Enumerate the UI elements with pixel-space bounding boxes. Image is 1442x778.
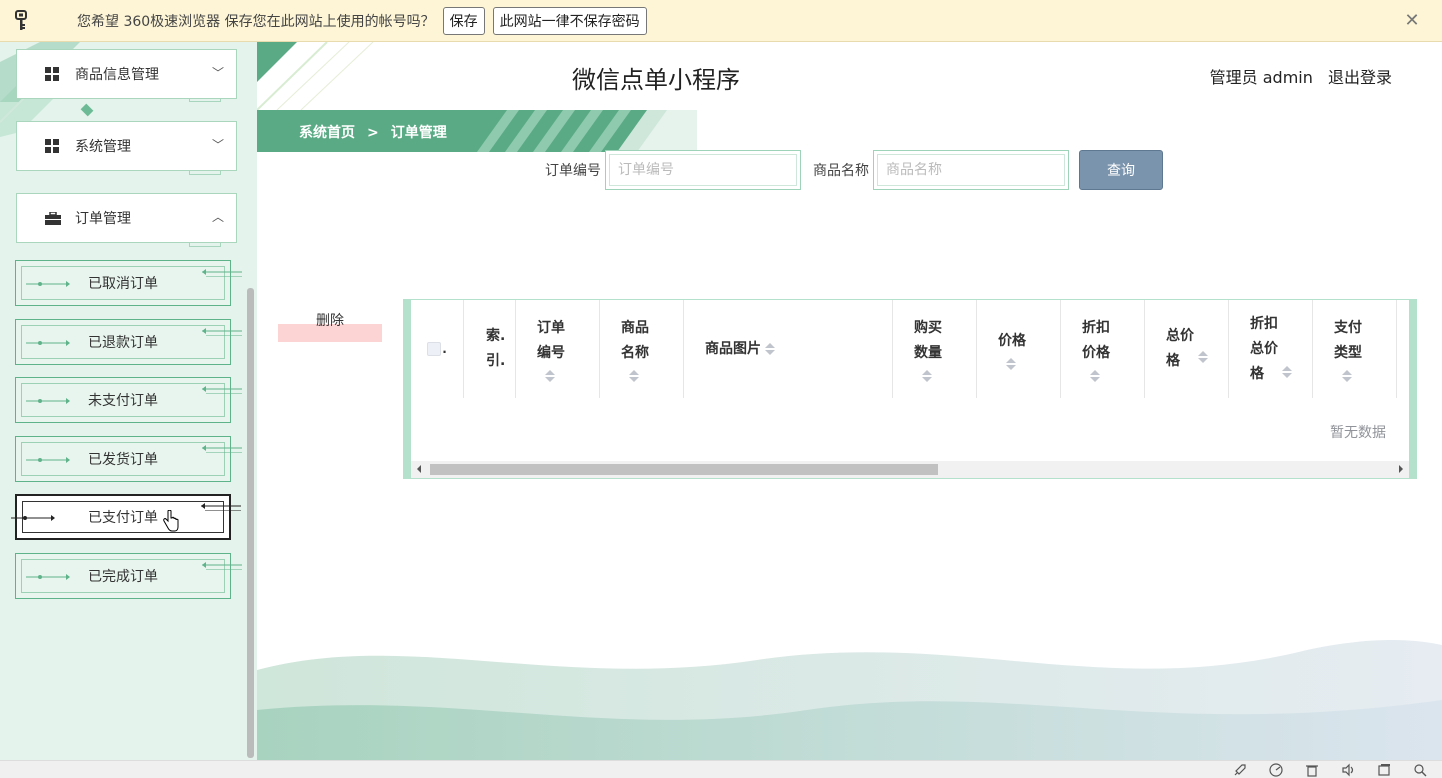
zoom-icon[interactable] [1412, 763, 1428, 777]
header-decoration [257, 42, 374, 111]
column-header-label: 折扣 价格 [1082, 320, 1110, 361]
column-index: 索. 引. [464, 300, 516, 398]
column-discount-total[interactable]: 折扣 总价 格 [1229, 300, 1313, 398]
submenu-label: 已发货订单 [88, 452, 158, 468]
close-icon[interactable]: ✕ [1402, 11, 1422, 31]
column-header-label: 商品图片 [705, 340, 761, 357]
column-quantity[interactable]: 购买 数量 [893, 300, 977, 398]
menu-label: 系统管理 [75, 139, 131, 155]
column-header-label: 支付 类型 [1334, 320, 1362, 361]
password-save-message: 您希望 360极速浏览器 保存您在此网站上使用的帐号吗？ [77, 13, 435, 30]
rocket-icon[interactable] [1232, 763, 1248, 777]
hand-cursor-icon [163, 510, 179, 532]
submenu-label: 已取消订单 [88, 276, 158, 292]
breadcrumb-home-link[interactable]: 系统首页 [299, 125, 355, 141]
save-password-button[interactable]: 保存 [442, 6, 485, 35]
column-product-name[interactable]: 商品 名称 [600, 300, 684, 398]
search-bar: 订单编号 商品名称 查询 [545, 150, 1163, 190]
query-button[interactable]: 查询 [1079, 150, 1163, 190]
submenu-paid-orders[interactable]: 已支付订单 [11, 494, 241, 540]
column-order-no[interactable]: 订单 编号 [516, 300, 600, 398]
submenu-unpaid-orders[interactable]: 未支付订单 [15, 377, 242, 423]
submenu-label: 已完成订单 [88, 569, 158, 585]
column-total-price[interactable]: 总价 格 [1145, 300, 1229, 398]
submenu-completed-orders[interactable]: 已完成订单 [15, 553, 242, 599]
submenu-shipped-orders[interactable]: 已发货订单 [15, 436, 242, 482]
sort-icon[interactable] [629, 370, 639, 382]
chevron-down-icon: ﹀ [211, 66, 224, 80]
sort-icon[interactable] [765, 343, 775, 355]
menu-product-info[interactable]: 商品信息管理 ﹀ [16, 49, 237, 99]
submenu-label: 已退款订单 [88, 335, 158, 351]
sort-icon[interactable] [1006, 357, 1016, 370]
column-header-label: 索. 引. [486, 328, 506, 369]
submenu-label: 未支付订单 [88, 393, 158, 409]
volume-icon[interactable] [1340, 763, 1356, 777]
column-product-image[interactable]: 商品图片 [684, 300, 893, 398]
column-header-label: 购买 数量 [914, 320, 942, 361]
sort-icon[interactable] [1090, 370, 1100, 382]
sidebar: 商品信息管理 ﹀ 系统管理 ﹀ 订单管理 ︿ 已取消订单 已退款订单 未支付订单 [0, 42, 257, 760]
grid-icon [45, 67, 61, 81]
sidebar-scrollbar[interactable] [247, 288, 254, 758]
app-title: 微信点单小程序 [572, 66, 740, 94]
column-header-label: 总价 格 [1166, 328, 1194, 369]
menu-label: 订单管理 [75, 211, 131, 227]
grid-icon [45, 139, 61, 153]
user-info: 管理员 admin 退出登录 [1210, 64, 1392, 88]
column-header-label: 商品 名称 [621, 320, 649, 361]
column-header-label: 订单 编号 [537, 320, 565, 361]
sort-icon[interactable] [1342, 370, 1352, 382]
logout-link[interactable]: 退出登录 [1328, 68, 1392, 87]
column-pay-type[interactable]: 支付 类型 [1313, 300, 1397, 398]
delete-button[interactable]: 删除 [278, 306, 382, 342]
chevron-up-icon: ︿ [211, 210, 224, 224]
window-icon[interactable] [1376, 763, 1392, 777]
chevron-down-icon: ﹀ [211, 138, 224, 152]
column-price[interactable]: 价格 [977, 300, 1061, 398]
sort-icon[interactable] [922, 370, 932, 382]
briefcase-icon [45, 211, 61, 225]
column-header-label: 价格 [998, 332, 1026, 349]
scroll-right-icon[interactable] [1399, 465, 1403, 473]
menu-system[interactable]: 系统管理 ﹀ [16, 121, 237, 171]
breadcrumb-separator: > [367, 125, 379, 141]
sort-icon[interactable] [1282, 366, 1292, 378]
speed-icon[interactable] [1268, 763, 1284, 777]
column-select: . [411, 300, 464, 398]
menu-orders[interactable]: 订单管理 ︿ [16, 193, 237, 243]
column-header-label: 折扣 总价 格 [1250, 315, 1278, 382]
table-header: . 索. 引. 订单 编号 商品 名称 商品图片 购买 数量 价格 折扣 价格 … [411, 300, 1397, 398]
scrollbar-thumb[interactable] [430, 464, 938, 475]
submenu-refunded-orders[interactable]: 已退款订单 [15, 319, 242, 365]
product-name-input[interactable] [877, 154, 1065, 186]
scroll-left-icon[interactable] [417, 465, 421, 473]
browser-status-bar [0, 760, 1442, 778]
key-icon [0, 0, 42, 42]
select-all-checkbox[interactable] [427, 342, 442, 356]
column-discount-price[interactable]: 折扣 价格 [1061, 300, 1145, 398]
menu-label: 商品信息管理 [75, 67, 159, 83]
wave-decoration [257, 640, 1442, 760]
product-name-label: 商品名称 [813, 163, 869, 179]
never-save-password-button[interactable]: 此网站一律不保存密码 [492, 6, 647, 35]
submenu-cancelled-orders[interactable]: 已取消订单 [15, 260, 242, 306]
main-content: 微信点单小程序 管理员 admin 退出登录 系统首页 > 订单管理 订单编号 商品… [257, 42, 1442, 760]
password-save-bar: 您希望 360极速浏览器 保存您在此网站上使用的帐号吗？ 保存 此网站一律不保存… [0, 0, 1442, 42]
sort-icon[interactable] [1198, 351, 1208, 363]
empty-state-text: 暂无数据 [1330, 425, 1386, 441]
trash-icon[interactable] [1304, 763, 1320, 777]
orders-table: . 索. 引. 订单 编号 商品 名称 商品图片 购买 数量 价格 折扣 价格 … [403, 299, 1417, 479]
breadcrumb-current: 订单管理 [390, 125, 447, 141]
sort-icon[interactable] [545, 370, 555, 382]
delete-button-label: 删除 [316, 313, 344, 329]
submenu-label: 已支付订单 [88, 510, 158, 526]
breadcrumb: 系统首页 > 订单管理 [257, 110, 697, 152]
order-no-input[interactable] [609, 154, 797, 186]
order-no-label: 订单编号 [545, 163, 601, 179]
admin-user-label: 管理员 admin [1209, 68, 1313, 87]
table-horizontal-scrollbar[interactable] [411, 461, 1409, 478]
